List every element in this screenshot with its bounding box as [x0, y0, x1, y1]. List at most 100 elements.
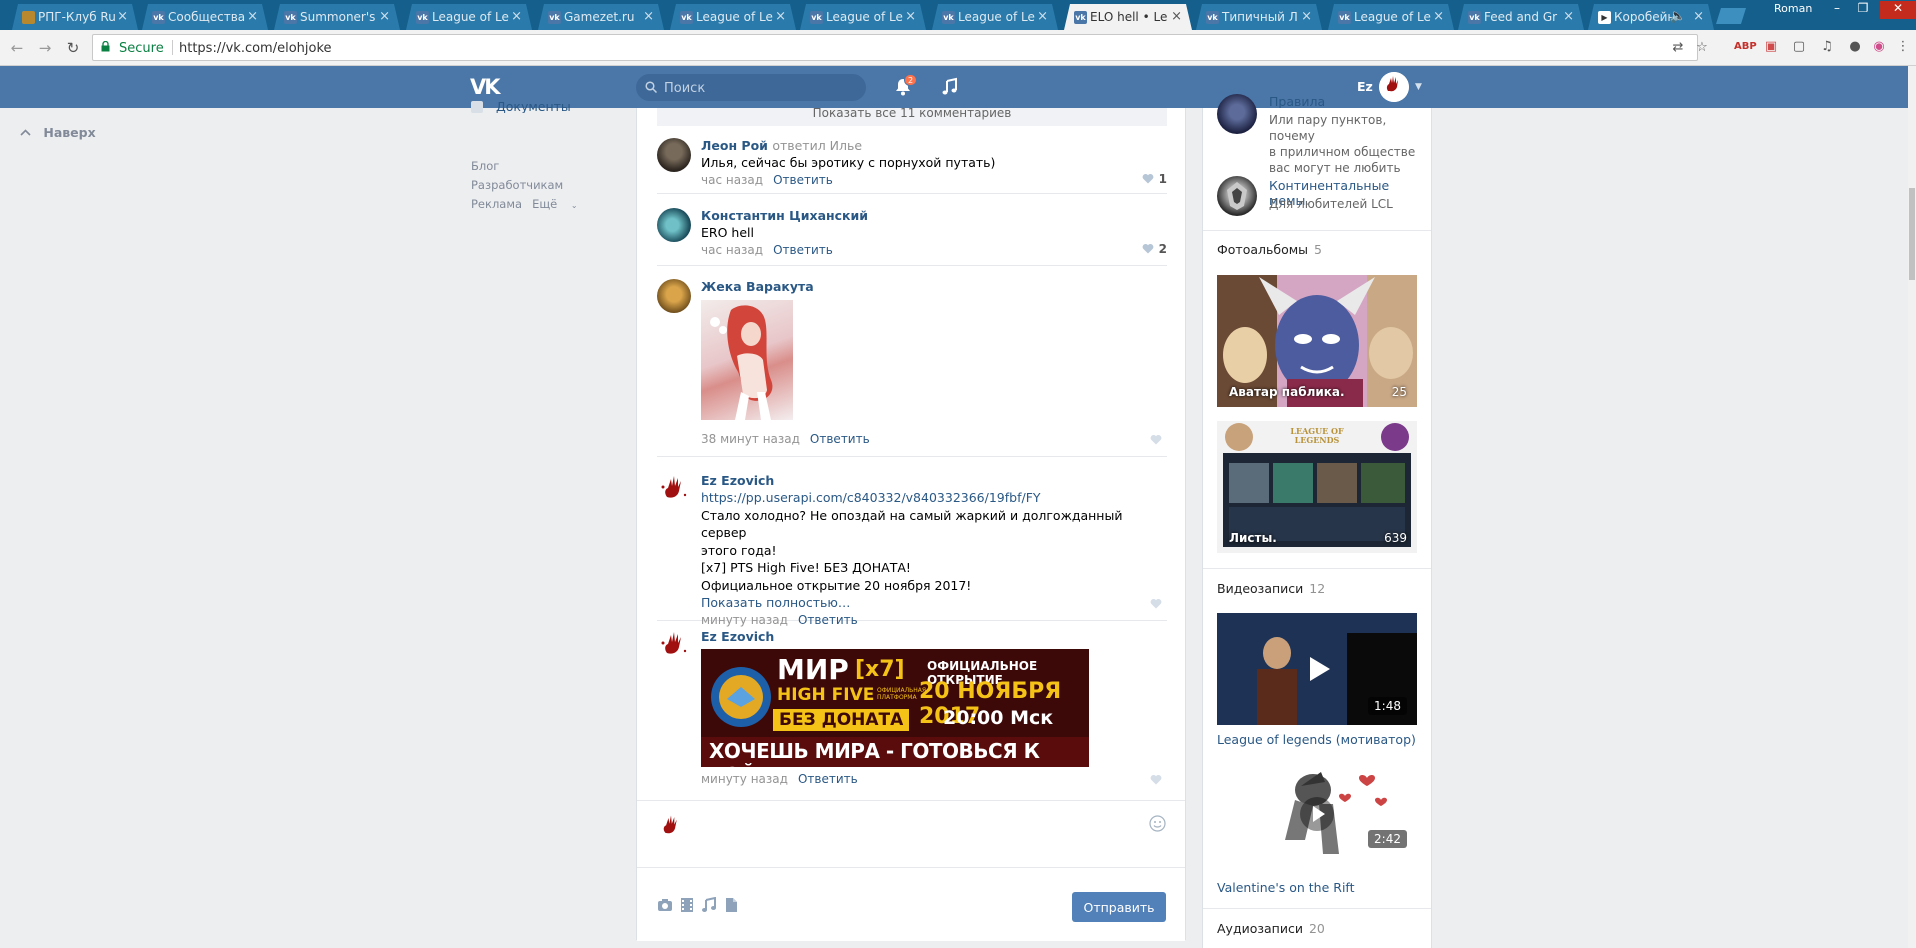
window-close-icon[interactable]: ✕	[1880, 1, 1916, 19]
close-icon[interactable]: ×	[1693, 9, 1704, 24]
camera-icon[interactable]	[657, 897, 673, 913]
videos-header[interactable]: Видеозаписи 12	[1217, 581, 1325, 596]
header-user-name[interactable]: Ez	[1357, 79, 1373, 94]
music-icon[interactable]	[940, 77, 960, 97]
like-button[interactable]: 1	[1142, 172, 1167, 186]
play-icon[interactable]	[1299, 796, 1335, 832]
close-icon[interactable]: ×	[1563, 9, 1574, 24]
comment-photo[interactable]	[701, 300, 793, 420]
comment-author[interactable]: Константин Циханский	[701, 208, 1167, 224]
extension-icon[interactable]: ◉	[1870, 38, 1888, 56]
related-group[interactable]: Континентальные мемы Для любителей LCL	[1217, 176, 1427, 220]
close-icon[interactable]: ×	[1037, 9, 1048, 24]
to-top-link[interactable]: Наверх	[20, 125, 96, 140]
comment-time[interactable]: час назад	[701, 243, 763, 257]
chevron-down-icon[interactable]: ▼	[1415, 82, 1422, 92]
browser-tab[interactable]: vk Summoner's ×	[274, 4, 400, 30]
avatar[interactable]	[657, 473, 691, 507]
document-icon[interactable]	[723, 897, 739, 913]
back-icon[interactable]: ←	[6, 37, 28, 59]
sidebar-item-documents[interactable]: Документы	[471, 99, 571, 113]
audio-header[interactable]: Аудиозаписи 20	[1217, 921, 1325, 936]
forward-icon[interactable]: →	[34, 37, 56, 59]
comment-link[interactable]: https://pp.userapi.com/c840332/v84033236…	[701, 489, 1041, 507]
reply-button[interactable]: Ответить	[798, 613, 858, 627]
comment-time[interactable]: 38 минут назад	[701, 432, 800, 446]
video-title[interactable]: League of legends (мотиватор)	[1217, 732, 1416, 747]
replied-to[interactable]: ответил Илье	[772, 138, 862, 153]
footer-link-ads[interactable]: Реклама	[471, 195, 522, 214]
url-text[interactable]: https://vk.com/elohjoke	[179, 41, 332, 56]
video-thumbnail[interactable]: 1:48	[1217, 613, 1417, 725]
like-button[interactable]: 2	[1142, 242, 1167, 256]
browser-tab[interactable]: vk League of Le ×	[1328, 4, 1454, 30]
new-tab-button[interactable]	[1716, 8, 1746, 24]
avatar[interactable]	[657, 138, 691, 172]
emoji-icon[interactable]	[1149, 815, 1166, 832]
video-title[interactable]: Valentine's on the Rift	[1217, 880, 1355, 895]
close-icon[interactable]: ×	[247, 9, 258, 24]
video-thumbnail[interactable]: 2:42	[1217, 760, 1417, 872]
footer-link-more[interactable]: Ещё ⌄	[532, 195, 588, 215]
browser-tab[interactable]: vk Gamezet.ru ×	[538, 4, 664, 30]
close-icon[interactable]: ×	[117, 9, 128, 24]
comment-time[interactable]: минуту назад	[701, 613, 788, 627]
page-scrollbar[interactable]	[1908, 66, 1916, 948]
adblock-icon[interactable]: ABP	[1734, 38, 1757, 56]
browser-tab[interactable]: ▶ Коробейн 🔈 ×	[1588, 4, 1714, 30]
menu-icon[interactable]: ⋮	[1894, 38, 1912, 56]
scrollbar-thumb[interactable]	[1909, 188, 1915, 280]
browser-tab[interactable]: vk League of Le ×	[932, 4, 1058, 30]
reply-button[interactable]: Ответить	[773, 173, 833, 187]
url-field[interactable]: Secure https://vk.com/elohjoke ⇄ ☆	[92, 34, 1708, 61]
browser-tab[interactable]: vk Типичный Л ×	[1196, 4, 1322, 30]
close-icon[interactable]: ×	[643, 9, 654, 24]
search-box[interactable]	[636, 74, 866, 101]
comment-time[interactable]: минуту назад	[701, 772, 788, 786]
translate-icon[interactable]: ⇄	[1669, 39, 1687, 57]
profile-name[interactable]: Roman	[1774, 2, 1812, 15]
comment-input[interactable]	[697, 811, 1147, 845]
minimize-icon[interactable]: –	[1824, 1, 1850, 19]
photo-album[interactable]: Аватар паблика. 25	[1217, 275, 1417, 407]
close-icon[interactable]: ×	[1301, 9, 1312, 24]
restore-icon[interactable]: ❐	[1850, 1, 1876, 19]
close-icon[interactable]: ×	[379, 9, 390, 24]
play-icon[interactable]	[1299, 651, 1335, 687]
close-icon[interactable]: ×	[775, 9, 786, 24]
browser-tab[interactable]: РПГ-Клуб Ru ×	[12, 4, 138, 30]
browser-tab-active[interactable]: vk ELO hell • Le ×	[1064, 4, 1192, 30]
group-name[interactable]: Правила	[1269, 94, 1325, 108]
audio-icon[interactable]	[701, 897, 717, 913]
browser-tab[interactable]: vk League of Le ×	[800, 4, 926, 30]
close-icon[interactable]: ×	[511, 9, 522, 24]
comment-author[interactable]: Жека Варакута	[701, 279, 1167, 295]
photo-album[interactable]: LEAGUE OF LEGENDS Листы. 639	[1217, 421, 1417, 553]
comment-author[interactable]: Леон Рой ответил Илье	[701, 138, 1167, 154]
music-extension-icon[interactable]: ♫	[1818, 38, 1836, 56]
show-all-comments-button[interactable]: Показать все 11 комментариев	[657, 108, 1167, 126]
footer-link-blog[interactable]: Блог	[471, 157, 499, 176]
browser-tab[interactable]: vk Сообщества ×	[142, 4, 268, 30]
vk-logo-icon[interactable]: VK	[470, 75, 500, 99]
video-icon[interactable]	[679, 897, 695, 913]
close-icon[interactable]: ×	[1433, 9, 1444, 24]
bookmark-star-icon[interactable]: ☆	[1693, 39, 1711, 57]
comment-banner-image[interactable]: МИР [x7] HIGH FIVE ОФИЦИАЛЬНАЯ ПЛАТФОРМА…	[701, 649, 1089, 767]
comment-author[interactable]: Ez Ezovich	[701, 629, 1167, 645]
related-group[interactable]: Правила Или пару пунктов, почему в прили…	[1217, 94, 1427, 175]
extension-icon[interactable]: ▢	[1790, 38, 1808, 56]
show-more-link[interactable]: Показать полностью…	[701, 594, 1167, 612]
speaker-icon[interactable]: 🔈	[1670, 9, 1686, 24]
avatar[interactable]	[1217, 94, 1257, 134]
albums-header[interactable]: Фотоальбомы 5	[1217, 242, 1322, 257]
footer-link-developers[interactable]: Разработчикам	[471, 176, 563, 195]
send-button[interactable]: Отправить	[1072, 892, 1166, 922]
comment-time[interactable]: час назад	[701, 173, 763, 187]
like-button[interactable]	[1150, 773, 1167, 787]
avatar[interactable]	[657, 279, 691, 313]
close-icon[interactable]: ×	[1171, 9, 1182, 24]
avatar[interactable]	[657, 208, 691, 242]
reply-button[interactable]: Ответить	[798, 772, 858, 786]
browser-tab[interactable]: vk League of Le ×	[670, 4, 796, 30]
